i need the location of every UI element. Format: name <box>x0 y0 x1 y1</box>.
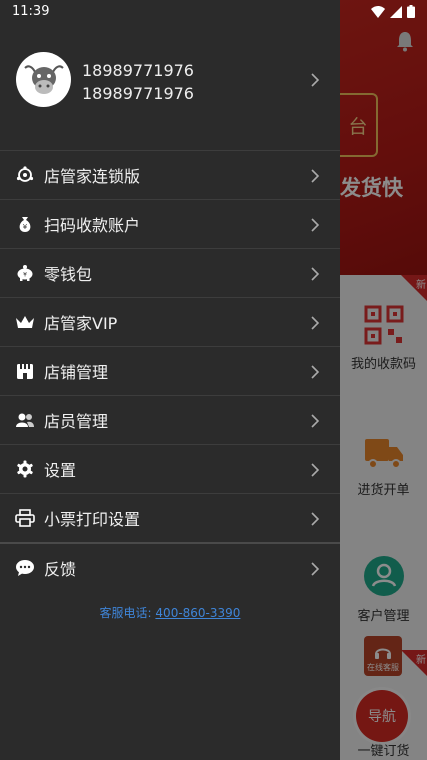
chevron-right-icon <box>311 512 320 526</box>
chain-store-icon <box>15 165 35 185</box>
chevron-right-icon <box>311 562 320 576</box>
profile-line-1: 18989771976 <box>82 61 194 80</box>
menu-item-label: 设置 <box>44 461 77 480</box>
chevron-right-icon <box>311 218 320 232</box>
profile-header[interactable]: 18989771976 18989771976 <box>0 24 340 150</box>
menu-item-label: 零钱包 <box>44 265 93 284</box>
chevron-right-icon <box>311 267 320 281</box>
menu-item-label: 小票打印设置 <box>44 510 141 529</box>
svg-text:¥: ¥ <box>23 272 27 279</box>
menu-item-label: 扫码收款账户 <box>44 216 141 235</box>
menu-item-scan-payment-account[interactable]: ¥ 扫码收款账户 <box>0 199 340 248</box>
cow-avatar-icon <box>23 64 64 94</box>
drawer-menu: 店管家连锁版 ¥ 扫码收款账户 ¥ 零钱包 店管家VIP 店铺管理 店员管理 设… <box>0 150 340 592</box>
chevron-right-icon <box>311 316 320 330</box>
signal-icon <box>390 5 402 18</box>
drawer-scrim[interactable] <box>340 0 427 760</box>
profile-line-2: 18989771976 <box>82 84 194 103</box>
storefront-icon <box>15 361 35 381</box>
menu-item-label: 店员管理 <box>44 412 109 431</box>
menu-item-store-management[interactable]: 店铺管理 <box>0 346 340 395</box>
money-bag-icon: ¥ <box>15 214 35 234</box>
menu-item-wallet[interactable]: ¥ 零钱包 <box>0 248 340 297</box>
battery-icon <box>407 5 415 18</box>
chevron-right-icon <box>311 365 320 379</box>
menu-item-vip[interactable]: 店管家VIP <box>0 297 340 346</box>
gear-icon <box>15 459 35 479</box>
profile-name: 18989771976 18989771976 <box>82 59 194 105</box>
wifi-icon <box>371 5 385 18</box>
menu-item-staff-management[interactable]: 店员管理 <box>0 395 340 444</box>
hotline-number-link[interactable]: 400-860-3390 <box>155 606 240 620</box>
menu-item-label: 店管家VIP <box>44 314 118 333</box>
chevron-right-icon <box>311 414 320 428</box>
staff-icon <box>15 410 35 430</box>
status-icons <box>371 5 415 18</box>
menu-item-feedback[interactable]: 反馈 <box>0 542 340 592</box>
customer-service-hotline: 客服电话: 400-860-3390 <box>0 604 340 621</box>
menu-item-settings[interactable]: 设置 <box>0 444 340 493</box>
menu-item-receipt-printing[interactable]: 小票打印设置 <box>0 493 340 542</box>
chevron-right-icon <box>311 463 320 477</box>
menu-item-label: 店铺管理 <box>44 363 109 382</box>
menu-item-label: 店管家连锁版 <box>44 167 141 186</box>
chat-bubble-icon <box>15 558 35 578</box>
menu-item-chain-store[interactable]: 店管家连锁版 <box>0 150 340 199</box>
svg-text:¥: ¥ <box>23 223 28 231</box>
chevron-right-icon <box>311 169 320 183</box>
crown-icon <box>15 312 35 332</box>
status-bar: 11:39 <box>0 0 427 24</box>
menu-item-label: 反馈 <box>44 560 77 579</box>
printer-icon <box>15 508 35 528</box>
hotline-label: 客服电话: <box>99 606 152 620</box>
piggy-bank-icon: ¥ <box>15 263 35 283</box>
status-time: 11:39 <box>12 4 50 19</box>
navigation-drawer: 18989771976 18989771976 店管家连锁版 ¥ 扫码收款账户 … <box>0 0 340 760</box>
chevron-right-icon <box>311 73 320 87</box>
avatar <box>16 52 71 107</box>
